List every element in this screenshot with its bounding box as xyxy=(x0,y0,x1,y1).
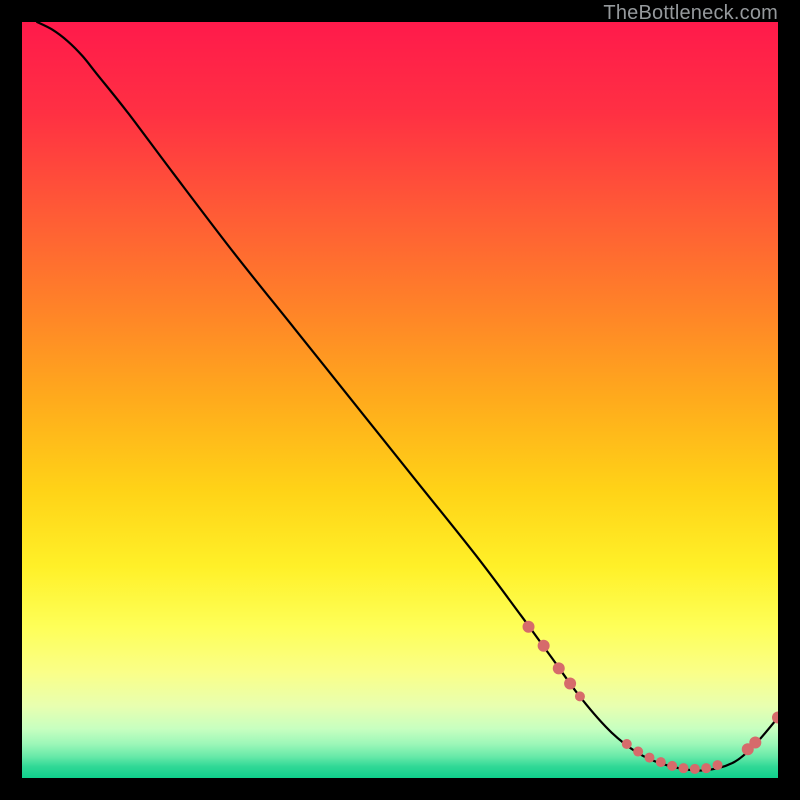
highlight-dot xyxy=(575,691,585,701)
highlight-dot xyxy=(564,678,576,690)
highlight-dot xyxy=(667,761,677,771)
highlight-dot xyxy=(749,736,761,748)
chart-plot xyxy=(22,22,778,778)
highlight-dot xyxy=(690,764,700,774)
highlight-dot xyxy=(553,662,565,674)
highlight-dot xyxy=(622,739,632,749)
highlight-dot xyxy=(713,760,723,770)
highlight-dot xyxy=(679,763,689,773)
highlight-dot xyxy=(644,753,654,763)
highlight-dot xyxy=(523,621,535,633)
chart-background xyxy=(22,22,778,778)
chart-stage: TheBottleneck.com xyxy=(0,0,800,800)
highlight-dot xyxy=(538,640,550,652)
highlight-dot xyxy=(656,757,666,767)
highlight-dot xyxy=(701,763,711,773)
attribution-text: TheBottleneck.com xyxy=(603,2,778,25)
highlight-dot xyxy=(633,747,643,757)
